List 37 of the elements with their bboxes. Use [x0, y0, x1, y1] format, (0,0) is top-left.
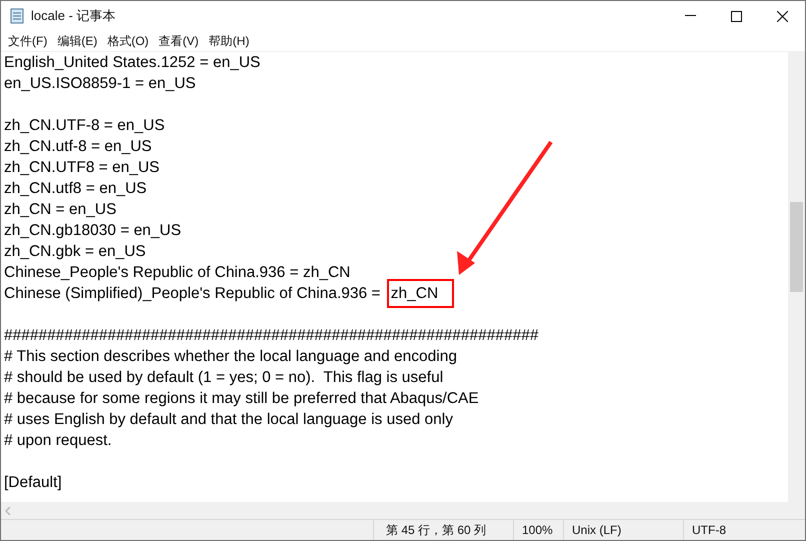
text-line: Chinese_People's Republic of China.936 = zh_CN — [4, 263, 350, 283]
menu-item[interactable]: 查看(V) — [154, 32, 204, 50]
encoding: UTF-8 — [683, 520, 788, 540]
text-line: zh_CN.utf-8 = en_US — [4, 137, 152, 157]
minimize-icon — [684, 15, 696, 17]
text-line: ############################################################## — [4, 326, 538, 346]
vertical-scrollbar[interactable] — [788, 52, 805, 502]
scroll-left-icon — [5, 506, 11, 514]
text-line: zh_CN.UTF-8 = en_US — [4, 116, 165, 136]
text-line: zh_CN.gb18030 = en_US — [4, 221, 182, 241]
close-icon — [776, 10, 788, 22]
cursor-position: 第 45 行，第 60 列 — [373, 520, 513, 540]
text-line: # because for some regions it may still be preferred that Abaqus/CAE — [4, 389, 479, 409]
menu-item[interactable]: 文件(F) — [3, 32, 52, 50]
text-line: # This section describes whether the local language and encoding — [4, 347, 457, 367]
text-line: # should be used by default (1 = yes; 0 = no). This flag is useful — [4, 368, 444, 388]
line-ending: Unix (LF) — [563, 520, 683, 540]
text-line: en_US.ISO8859-1 = en_US — [4, 74, 196, 94]
notepad-icon — [9, 8, 25, 24]
zoom-level: 100% — [513, 520, 563, 540]
menu-item[interactable]: 帮助(H) — [204, 32, 254, 50]
text-line: Chinese (Simplified)_People's Republic of China.936 = — [4, 284, 382, 304]
menu-item[interactable]: 格式(O) — [102, 32, 154, 50]
text-line: # upon request. — [4, 431, 112, 451]
text-line: zh_CN.gbk = en_US — [4, 242, 146, 262]
window-title: locale - 记事本 — [31, 7, 116, 26]
text-line: [Default] — [4, 473, 62, 493]
scrollbar-thumb[interactable] — [790, 202, 803, 292]
text-line: English_United States.1252 = en_US — [4, 53, 260, 73]
maximize-icon — [730, 10, 742, 22]
text-line: zh_CN.UTF8 = en_US — [4, 158, 160, 178]
menu-item[interactable]: 编辑(E) — [52, 32, 102, 50]
text-line: zh_CN.utf8 = en_US — [4, 179, 147, 199]
highlight-box: zh_CN — [386, 279, 454, 308]
text-line: # uses English by default and that the local language is used only — [4, 410, 453, 430]
text-line: zh_CN = en_US — [4, 200, 116, 220]
horizontal-scrollbar[interactable] — [1, 502, 805, 519]
